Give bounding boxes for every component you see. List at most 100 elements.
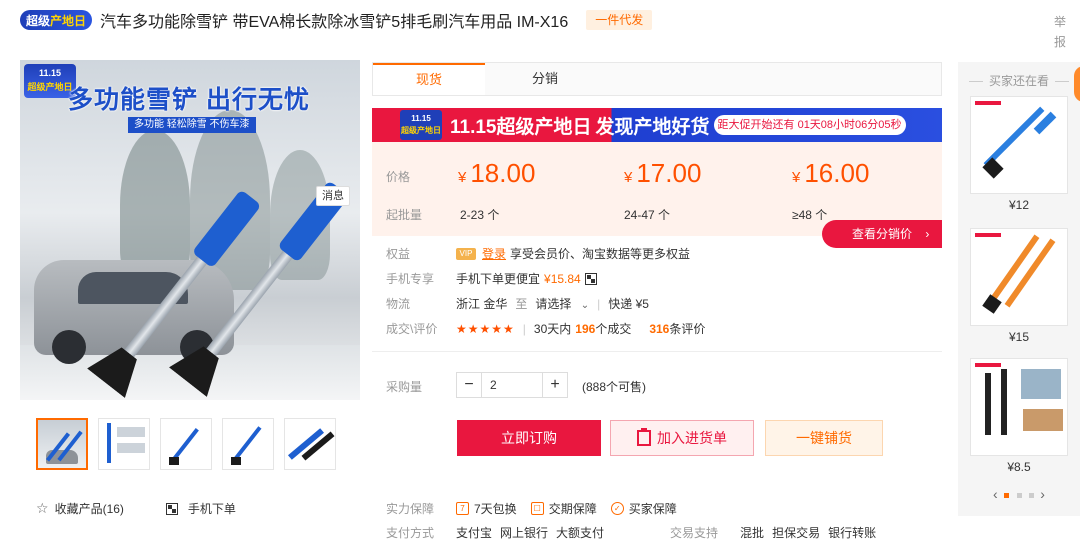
rights-text: 享受会员价、淘宝数据等更多权益 [510,247,691,261]
currency-symbol: ¥ [624,169,633,186]
recommendation-item[interactable]: ¥15 [970,228,1068,344]
mobile-order-button[interactable]: 手机下单 [165,500,236,517]
guarantee-item-label: 交期保障 [548,502,597,516]
thumbnail[interactable] [222,418,274,470]
recommendation-image [970,96,1068,194]
deals-count[interactable]: 196 [575,322,595,336]
deals-suffix: 个成交 [595,322,632,336]
deals-row: 成交\评价 ★★★★★ | 30天内 196 个成交 316 条评价 [386,320,705,337]
tab-distribution[interactable]: 分销 [489,63,601,95]
reviews-count[interactable]: 316 [649,322,669,336]
offer-tabs: 现货 分销 [372,62,942,96]
order-now-button[interactable]: 立即订购 [457,420,601,456]
vip-icon: VIP [456,247,476,260]
mobile-order-label: 手机下单 [187,502,236,516]
qty-range-2: 24-47 个 [624,208,671,222]
trade-support-label: 交易支持 [670,526,719,540]
main-product-image[interactable]: 11.15 超级产地日 多功能雪铲 出行无忧 多功能 轻松除雪 不伤车漆 [20,60,360,400]
clipboard-icon [637,428,651,446]
product-title: 汽车多功能除雪铲 带EVA棉长款除冰雪铲5排毛刷汽车用品 IM-X16 [100,14,569,31]
thumbnail-strip [36,418,336,470]
pager-dot[interactable] [1003,492,1009,498]
deals-prefix: 30天内 [533,322,572,336]
rights-row: 权益 VIP 登录 享受会员价、淘宝数据等更多权益 [386,245,690,262]
chevron-right-icon[interactable]: › [1040,486,1045,502]
payment-label: 支付方式 [386,526,435,540]
pager-dot[interactable] [1016,492,1022,498]
login-link[interactable]: 登录 [482,245,506,262]
view-distribution-price-button[interactable]: 查看分销价 › [822,220,942,248]
decrease-quantity-button[interactable]: − [456,372,482,398]
calendar-icon: ☐ [530,502,544,515]
divider: | [522,321,526,336]
guarantee-row: 实力保障 7 7天包换 ☐ 交期保障 ✓ 买家保障 [386,500,691,517]
chevron-left-icon[interactable]: ‹ [993,486,998,502]
shield-icon: ✓ [610,502,624,515]
mobile-exclusive-row: 手机专享 手机下单更便宜 ¥15.84 [386,270,597,287]
promo-text-primary: 11.15超级产地日 [450,116,592,138]
to-label: 至 [515,297,528,311]
guarantee-delivery[interactable]: ☐ 交期保障 [530,500,597,517]
price-tier-1: ¥18.00 [458,158,535,189]
thumbnail[interactable] [36,418,88,470]
price-label: 价格 [386,170,411,184]
quantity-input[interactable]: 2 [482,372,542,398]
title-row: 超级 产地日 汽车多功能除雪铲 带EVA棉长款除冰雪铲5排毛刷汽车用品 IM-X1… [20,8,980,32]
star-outline-icon: ☆ [36,500,49,516]
promo-banner[interactable]: 11.15 超级产地日 11.15超级产地日 发现产地好货 距大促开始还有 01… [372,108,942,142]
recommendation-price: ¥12 [1008,198,1030,212]
collect-product-button[interactable]: ☆ 收藏产品 (16) [36,500,124,517]
price-box: 价格 起批量 ¥18.00 ¥17.00 ¥16.00 2-23 个 24-47… [372,142,942,248]
recommendation-price: ¥15 [1008,330,1030,344]
report-link[interactable]: 举报 [1054,12,1068,52]
price-tier-2: ¥17.00 [624,158,701,189]
recommendation-item[interactable]: ¥12 [970,96,1068,212]
increase-quantity-button[interactable]: + [542,372,568,398]
qr-code-icon[interactable] [584,272,597,285]
guarantee-item-label: 7天包换 [474,502,517,516]
exchange-icon: 7 [456,502,469,515]
divider: | [597,296,601,311]
recommendation-price: ¥8.5 [1007,460,1031,474]
distribution-button-label: 查看分销价 [852,227,913,241]
add-to-cart-label: 加入进货单 [657,430,727,446]
favorites-row: ☆ 收藏产品 (16) 手机下单 [36,500,278,517]
mobile-label: 手机专享 [386,272,435,286]
thumbnail[interactable] [284,418,336,470]
chevron-right-icon: › [925,227,930,241]
guarantee-buyer[interactable]: ✓ 买家保障 [610,500,677,517]
thumbnail[interactable] [160,418,212,470]
recommendation-pager: ‹ › [958,486,1080,502]
floating-side-tab[interactable] [1074,66,1080,102]
tab-spot[interactable]: 现货 [373,63,485,95]
badge-part1: 超级 [26,13,51,28]
guarantee-item-label: 买家保障 [628,502,677,516]
message-button[interactable]: 消息 [316,186,350,206]
currency-symbol: ¥ [792,169,801,186]
express-fee: 快递 ¥5 [608,297,649,311]
destination-value: 请选择 [535,297,572,311]
one-click-list-button[interactable]: 一键铺货 [765,420,883,456]
pager-dot[interactable] [1029,492,1035,498]
rights-label: 权益 [386,247,411,261]
promo-text-secondary: 发现产地好货 [595,116,710,138]
collect-count: (16) [102,501,124,516]
recommendation-image [970,228,1068,326]
image-subline: 多功能 轻松除雪 不伤车漆 [128,117,256,133]
trade-method: 担保交易 [772,526,821,540]
stock-available: (888个可售) [582,380,647,394]
destination-select[interactable]: 请选择 ⌄ [535,295,589,312]
promo-countdown: 距大促开始还有 01天08小时06分05秒 [713,115,906,135]
guarantee-exchange[interactable]: 7 7天包换 [456,500,517,517]
recommendation-item[interactable]: ¥8.5 [970,358,1068,474]
super-origin-day-badge[interactable]: 超级 产地日 [20,10,93,30]
dropship-tag[interactable]: 一件代发 [586,10,653,30]
price-tier-3: ¥16.00 [792,158,869,189]
add-to-cart-button[interactable]: 加入进货单 [610,420,754,456]
payment-row: 支付方式 支付宝 网上银行 大额支付 交易支持 混批 担保交易 银行转账 [386,524,884,541]
recommendation-image [970,358,1068,456]
thumbnail[interactable] [98,418,150,470]
badge-part2: 产地日 [50,13,87,28]
section-divider [372,351,942,352]
currency-symbol: ¥ [458,169,467,186]
